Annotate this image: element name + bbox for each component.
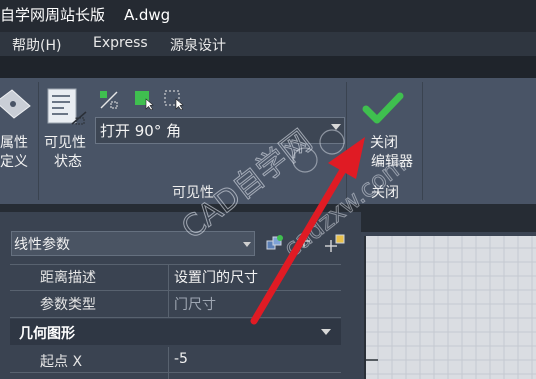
annotation-arrow-icon	[240, 135, 380, 330]
grid-line	[10, 372, 341, 373]
object-type-value: 线性参数	[14, 237, 70, 253]
grid-column-divider	[168, 264, 169, 318]
menu-yuanquan[interactable]: 源泉设计	[170, 35, 226, 55]
visibility-state-label-2: 状态	[54, 154, 82, 170]
property-label-distance-desc: 距离描述	[40, 270, 96, 286]
grid-column-divider	[168, 347, 169, 379]
attribute-definition-label-2: 定义	[0, 154, 28, 170]
property-label-start-x: 起点 X	[40, 354, 83, 370]
visibility-state-icon[interactable]	[46, 88, 90, 128]
property-label-param-type: 参数类型	[40, 297, 96, 313]
attribute-definition-icon[interactable]	[0, 88, 32, 122]
property-value-param-type[interactable]: 门尺寸	[174, 294, 216, 314]
make-visible-icon[interactable]	[134, 90, 154, 111]
section-geometry-title: 几何图形	[19, 326, 75, 342]
visibility-state-label: 可见性	[44, 135, 86, 151]
visibility-state-dropdown-value: 打开 90° 角	[100, 122, 182, 140]
menu-help[interactable]: 帮助(H)	[12, 35, 61, 55]
ribbon-separator	[38, 82, 39, 200]
menu-express[interactable]: Express	[93, 35, 148, 51]
visibility-mode-icon[interactable]	[99, 90, 119, 110]
property-value-start-x[interactable]: -5	[174, 351, 188, 367]
attribute-definition-label: 属性	[0, 135, 28, 151]
menu-bar	[0, 32, 536, 56]
window-title: 自学网周站长版 A.dwg	[0, 6, 171, 24]
